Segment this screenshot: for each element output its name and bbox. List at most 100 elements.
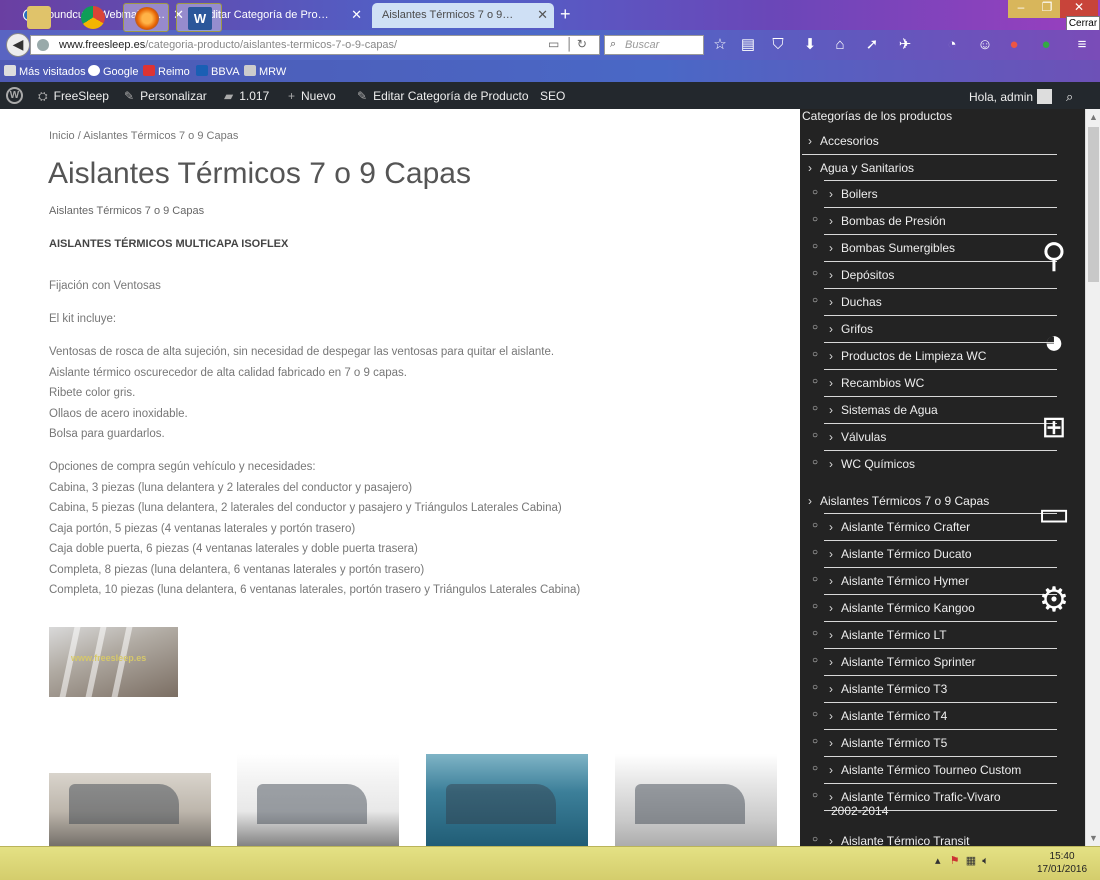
category-accesorios[interactable]: › Accesorios (800, 134, 1085, 148)
history-icon[interactable]: ◔ (942, 35, 962, 55)
divider (824, 207, 1057, 208)
home-icon[interactable]: ⌂ (830, 35, 850, 55)
bookmark-star-icon[interactable]: ☆ (710, 35, 730, 55)
category-image[interactable]: www.freesleep.es (49, 627, 178, 697)
chevron-right-icon: › (829, 628, 833, 642)
subcategory-item[interactable]: ○ › Bombas de Presión (800, 214, 1085, 228)
send-icon[interactable]: ➚ (862, 35, 882, 55)
reader-icon[interactable]: ▭ (548, 37, 559, 51)
chevron-right-icon: › (829, 376, 833, 390)
devices-icon[interactable]: ▭ (1034, 494, 1074, 534)
bullet-icon: ○ (812, 736, 819, 747)
admin-customize-link[interactable]: ✎ Personalizar (124, 89, 207, 103)
admin-search-icon[interactable]: ⌕ (1066, 89, 1073, 105)
firefox-icon (135, 7, 159, 30)
breadcrumb[interactable]: Inicio / Aislantes Térmicos 7 o 9 Capas (49, 130, 238, 142)
menu-icon[interactable]: ≡ (1072, 35, 1092, 55)
wordpress-logo-icon[interactable]: W (6, 87, 23, 104)
download-icon[interactable]: ⬇ (800, 35, 820, 55)
subcategory-item[interactable]: ○ › Duchas (800, 295, 1085, 309)
chevron-right-icon: › (829, 457, 833, 471)
bookmark-mrw[interactable]: MRW (244, 65, 286, 78)
category-agua[interactable]: › Agua y Sanitarios (800, 161, 1085, 175)
product-image-van-1[interactable] (49, 754, 211, 846)
extension-icon[interactable]: ● (1036, 35, 1056, 55)
subcategory-item[interactable]: ○ › Aislante Térmico T4 (800, 709, 1085, 723)
taskbar-chrome[interactable] (70, 3, 116, 32)
admin-site-link[interactable]: ⛭ FreeSleep (38, 89, 109, 104)
admin-edit-link[interactable]: ✎ Editar Categoría de Producto (357, 89, 529, 103)
windows-icon[interactable]: ⊞ (1034, 408, 1074, 448)
close-icon[interactable]: ✕ (351, 7, 362, 23)
pocket-icon[interactable]: ⛉ (768, 35, 788, 55)
system-tray: ▴ ⚑ ▦ 🔈︎ (935, 854, 989, 868)
social-icon[interactable]: ✈ (895, 35, 915, 55)
site-identity-icon[interactable] (37, 39, 49, 51)
subcategory-item[interactable]: ○ › Aislante Térmico T3 (800, 682, 1085, 696)
van-window (446, 784, 556, 824)
subcategory-label: Aislante Térmico T4 (841, 709, 948, 723)
pencil-icon: ✎ (357, 89, 368, 103)
bookmark-bbva[interactable]: BBVA (196, 65, 240, 78)
subcategory-item[interactable]: ○ › WC Químicos (800, 457, 1085, 471)
new-tab-button[interactable]: + (560, 4, 571, 25)
subcategory-item[interactable]: ○ › Aislante Térmico LT (800, 628, 1085, 642)
network-icon[interactable]: ▦ (966, 855, 976, 867)
subcategory-item[interactable]: ○ › Aislante Térmico Sprinter (800, 655, 1085, 669)
scroll-thumb[interactable] (1088, 127, 1099, 282)
subcategory-label: Aislante Térmico Sprinter (841, 655, 976, 669)
share-icon[interactable]: ◕ (1034, 322, 1074, 362)
scroll-down-arrow-icon[interactable]: ▼ (1089, 833, 1098, 843)
pinterest-icon[interactable]: ● (1004, 35, 1024, 55)
search-input[interactable]: ⌕ Buscar (604, 35, 704, 55)
taskbar-firefox[interactable] (123, 3, 169, 32)
scroll-up-arrow-icon[interactable]: ▲ (1089, 112, 1098, 122)
chat-icon[interactable]: ☺ (975, 35, 995, 55)
subcategory-item[interactable]: ○ › Aislante Térmico Trafic-Vivaro 2002-201… (800, 790, 1085, 818)
admin-account-link[interactable]: Hola, admin (969, 89, 1053, 104)
volume-icon[interactable]: 🔈︎ (982, 855, 989, 867)
subcategory-item[interactable]: ○ › Boilers (800, 187, 1085, 201)
subcategory-item[interactable]: ○ › Aislante Térmico Tourneo Custom (800, 763, 1085, 777)
divider (824, 783, 1057, 784)
chevron-right-icon: › (829, 547, 833, 561)
subcategory-item[interactable]: ○ › Aislante Térmico Transit (800, 834, 1085, 846)
url-bar[interactable]: www.freesleep.es/categoria-producto/aisl… (30, 35, 600, 55)
product-image-van-3[interactable] (426, 754, 588, 846)
subcategory-label: Aislante Térmico LT (841, 628, 947, 642)
admin-seo-link[interactable]: SEO (540, 89, 565, 103)
minimize-button[interactable]: – (1008, 0, 1034, 18)
subcategory-label: Recambios WC (841, 376, 925, 390)
gear-icon[interactable]: ⚙ (1034, 580, 1074, 620)
close-icon[interactable]: ✕ (537, 7, 548, 23)
subcategory-item[interactable]: ○ › Recambios WC (800, 376, 1085, 390)
bookmark-google[interactable]: Google (88, 65, 138, 78)
subcategory-item[interactable]: ○ › Aislante Térmico Ducato (800, 547, 1085, 561)
back-button[interactable]: ◀ (6, 33, 30, 57)
page-scrollbar[interactable]: ▲ ▼ (1085, 109, 1100, 846)
taskbar-explorer[interactable] (16, 3, 62, 32)
bookmark-reimo[interactable]: Reimo (143, 65, 190, 78)
admin-comments-link[interactable]: ▰ 1.017 (224, 89, 269, 103)
magnifier-icon[interactable]: ⚲ (1034, 236, 1074, 276)
taskbar-word[interactable]: W (176, 3, 222, 32)
divider (824, 450, 1057, 451)
tray-expand-icon[interactable]: ▴ (935, 855, 941, 867)
bookmarks-list-icon[interactable]: ▤ (738, 35, 758, 55)
divider (824, 594, 1057, 595)
kit-item: Ollaos de acero inoxidable. (49, 407, 188, 420)
chevron-right-icon: › (829, 601, 833, 615)
reload-icon[interactable]: ↻ (577, 37, 587, 51)
product-image-van-2[interactable] (237, 754, 399, 846)
taskbar-clock[interactable]: 15:40 17/01/2016 (1037, 850, 1087, 876)
maximize-button[interactable]: ❐ (1034, 0, 1060, 18)
folder-icon (4, 65, 16, 76)
subcategory-item[interactable]: ○ › Aislante Térmico T5 (800, 736, 1085, 750)
product-image-van-4[interactable] (615, 754, 777, 846)
admin-new-link[interactable]: + Nuevo (288, 89, 336, 103)
action-center-icon[interactable]: ⚑ (950, 855, 960, 867)
subcategory-label: Aislante Térmico Tourneo Custom (841, 763, 1022, 777)
bullet-icon: ○ (812, 322, 819, 333)
tab-aislantes[interactable]: Aislantes Térmicos 7 o 9 Capa... ✕ (372, 3, 554, 28)
bookmark-mas-visitados[interactable]: Más visitados (4, 65, 86, 78)
